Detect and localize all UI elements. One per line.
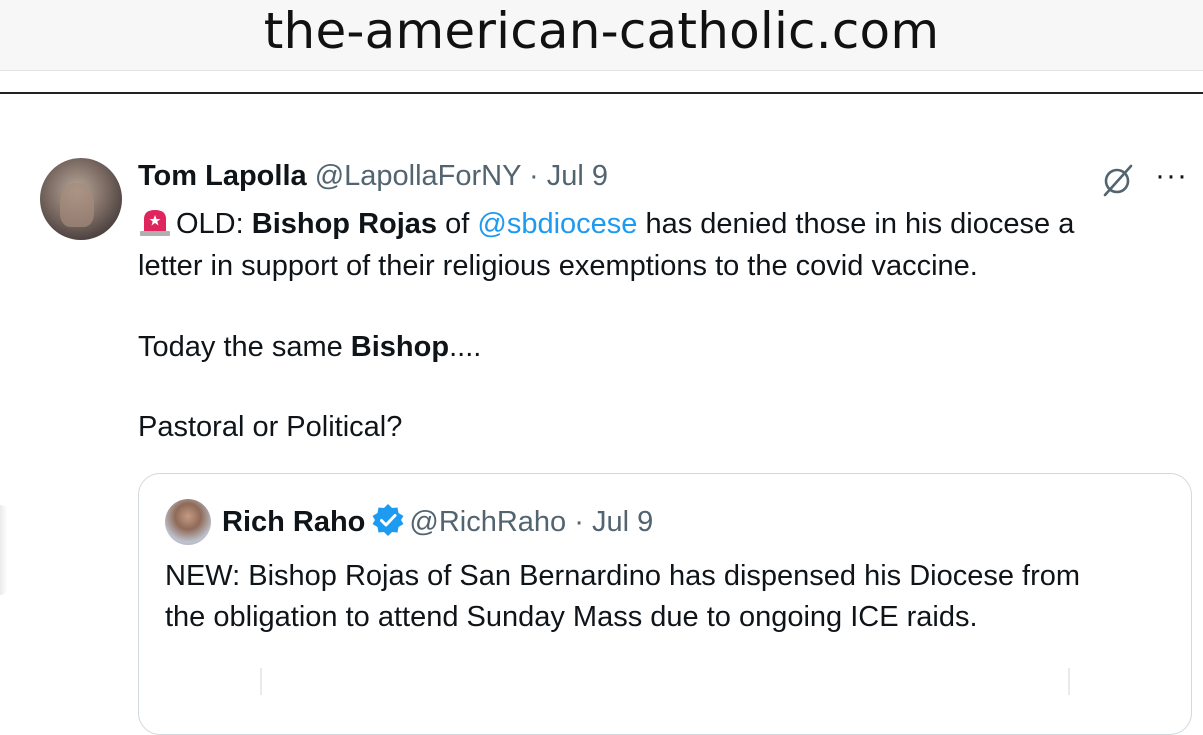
verified-badge-icon [372, 504, 404, 536]
line3-text: Today the same [138, 331, 351, 363]
quoted-avatar[interactable] [165, 499, 211, 545]
author-handle[interactable]: @LapollaForNY [315, 160, 521, 192]
mention-link[interactable]: @sbdiocese [477, 208, 637, 240]
avatar[interactable] [40, 158, 122, 240]
separator-dot: · [520, 160, 547, 192]
quoted-media-preview[interactable] [260, 668, 1070, 695]
quoted-line-2: the obligation to attend Sunday Mass due… [165, 601, 978, 633]
tweet-line-4: Pastoral or Political? [138, 411, 403, 443]
bishop-name: Bishop Rojas [251, 208, 438, 240]
line3-bold: Bishop [350, 331, 450, 363]
quoted-tweet-header: Rich Raho @RichRaho · Jul 9 [222, 503, 653, 539]
quoted-author-handle[interactable]: @RichRaho [409, 506, 566, 538]
quoted-author-name[interactable]: Rich Raho [222, 506, 365, 538]
more-icon[interactable]: ··· [1155, 161, 1191, 194]
tweet-line-3: Today the same Bishop.... [138, 331, 481, 364]
of-text: of [437, 208, 478, 240]
author-name[interactable]: Tom Lapolla [138, 160, 307, 192]
grok-icon[interactable] [1100, 162, 1136, 198]
quoted-tweet-date[interactable]: Jul 9 [592, 506, 653, 538]
tweet: Tom Lapolla @LapollaForNY · Jul 9 ··· OL… [0, 0, 1203, 735]
line3-suffix: .... [449, 331, 482, 363]
old-label: OLD: [176, 208, 252, 240]
tweet-line-1: OLD: Bishop Rojas of @sbdiocese has deni… [138, 207, 1074, 241]
tweet-date[interactable]: Jul 9 [547, 160, 608, 192]
tweet-line-2: letter in support of their religious exe… [138, 250, 978, 282]
quoted-line-1: NEW: Bishop Rojas of San Bernardino has … [165, 560, 1081, 592]
quoted-separator-dot: · [566, 506, 592, 538]
tweet-header: Tom Lapolla @LapollaForNY · Jul 9 [138, 160, 608, 193]
siren-icon [140, 210, 170, 236]
line1-rest: has denied those in his diocese a [637, 208, 1075, 240]
